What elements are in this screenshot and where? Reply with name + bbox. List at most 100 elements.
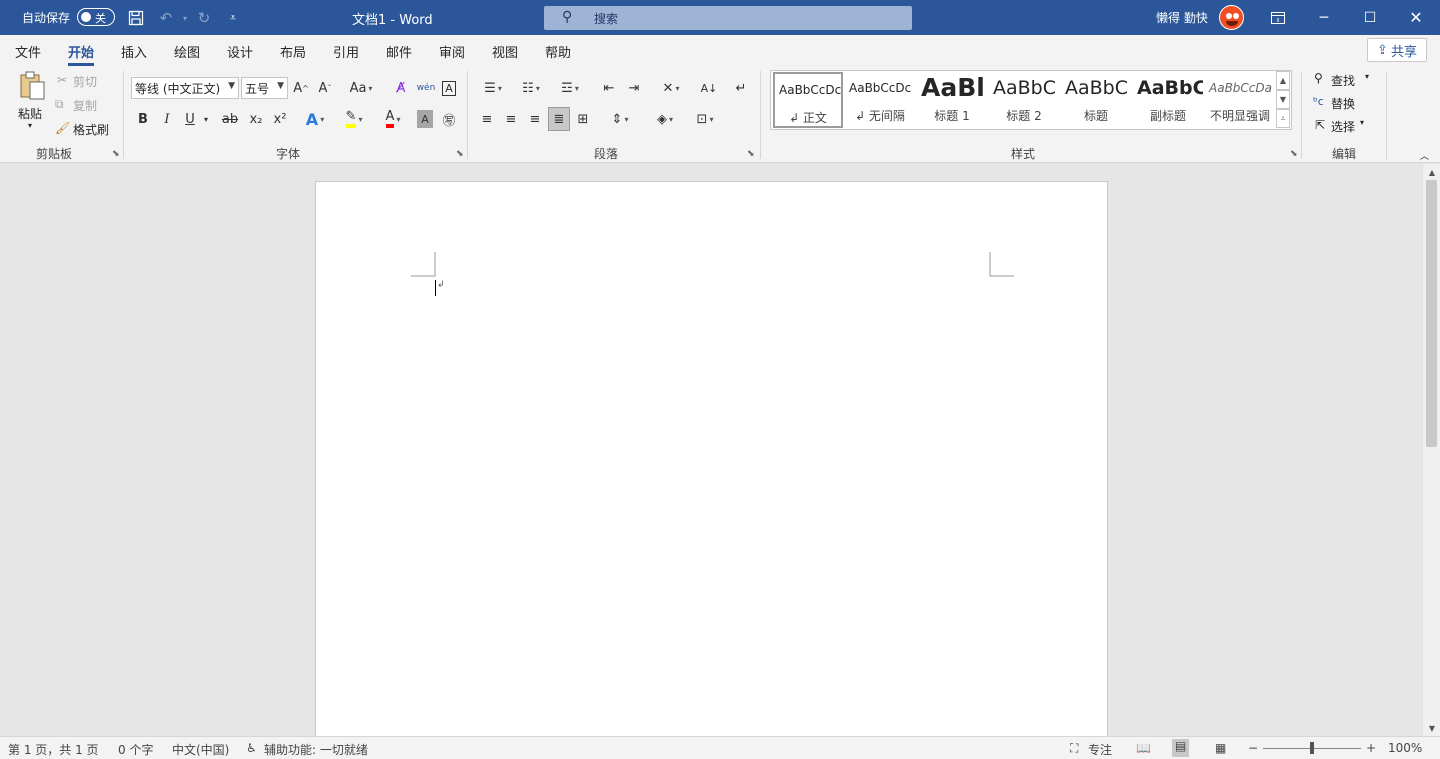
zoom-slider-thumb[interactable] [1310,742,1314,754]
copy-icon[interactable]: ⧉ [55,97,64,112]
web-layout-icon[interactable]: ▦ [1215,741,1226,755]
collapse-ribbon-icon[interactable]: ︿ [1420,149,1429,162]
zoom-level[interactable]: 100% [1388,741,1422,755]
phonetic-guide-icon[interactable]: wén [416,77,436,99]
redo-icon[interactable]: ↻ [195,9,213,27]
tab-view[interactable]: 视图 [492,42,518,61]
shading-icon[interactable]: ◈ ▾ [648,108,682,130]
language-status[interactable]: 中文(中国) [172,741,229,758]
cut-icon[interactable]: ✂ [57,73,67,87]
style-normal[interactable]: AaBbCcDc ↲ 正文 [773,72,843,128]
align-center-icon[interactable]: ≡ [501,108,521,130]
autosave-toggle[interactable]: 关 [77,8,115,26]
save-icon[interactable] [127,9,145,27]
subscript-button[interactable]: x₂ [246,108,266,130]
align-right-icon[interactable]: ≡ [525,108,545,130]
maximize-icon[interactable]: ☐ [1347,0,1393,35]
underline-dropdown-icon[interactable]: ▾ [200,108,212,130]
show-marks-icon[interactable]: ↵ [731,77,751,99]
clipboard-launcher-icon[interactable]: ⬊ [112,149,120,159]
tab-mailings[interactable]: 邮件 [386,42,412,61]
replace-icon[interactable]: ᵇc [1313,95,1324,108]
select-icon[interactable]: ⇱ [1315,118,1325,132]
scroll-down-icon[interactable]: ▼ [1423,720,1440,736]
paste-label[interactable]: 粘贴 [18,105,42,122]
change-case-button[interactable]: Aa ▾ [346,77,376,99]
replace-label[interactable]: 替换 [1331,95,1355,112]
font-name-combo[interactable]: 等线 (中文正文) ▼ [131,77,239,99]
cut-label[interactable]: 剪切 [73,73,97,90]
tab-layout[interactable]: 布局 [280,42,306,61]
style-subtitle[interactable]: AaBbC 副标题 [1133,72,1203,128]
grow-font-icon[interactable]: A ^ [292,77,310,99]
format-painter-icon[interactable]: 🖌 [55,121,70,135]
paragraph-launcher-icon[interactable]: ⬊ [747,149,755,159]
character-shading-icon[interactable]: A [417,110,433,128]
format-painter-label[interactable]: 格式刷 [73,121,109,138]
tab-review[interactable]: 审阅 [439,42,465,61]
zoom-out-icon[interactable]: − [1248,741,1258,755]
share-button[interactable]: ⇪ 共享 [1367,38,1427,62]
numbering-icon[interactable]: ☷ ▾ [514,77,548,99]
shrink-font-icon[interactable]: Aˇ [316,77,334,99]
customize-toolbar-icon[interactable]: ⩡ [224,9,242,27]
find-icon[interactable]: ⚲ [1314,71,1323,85]
line-spacing-icon[interactable]: ⇕ ▾ [603,108,637,130]
gallery-down-icon[interactable]: ▼ [1276,90,1290,109]
bold-button[interactable]: B [135,108,151,130]
paste-icon[interactable] [14,71,50,101]
enclose-characters-icon[interactable]: ㊢ [440,108,458,130]
tab-home[interactable]: 开始 [68,42,95,66]
paste-dropdown-icon[interactable]: ▾ [28,121,32,130]
font-color-button[interactable]: A ▾ [376,108,410,130]
scroll-thumb[interactable] [1426,180,1437,447]
bullets-icon[interactable]: ☰ ▾ [476,77,510,99]
chevron-down-icon[interactable]: ▾ [1360,118,1364,127]
clear-formatting-icon[interactable]: A̸ [391,77,411,99]
chinese-layout-icon[interactable]: ✕ ▾ [654,77,688,99]
gallery-more-icon[interactable]: ⩡ [1276,109,1290,128]
document-page[interactable]: ↲ [315,181,1108,741]
find-label[interactable]: 查找 [1331,72,1355,89]
tab-insert[interactable]: 插入 [121,42,147,61]
multilevel-list-icon[interactable]: ☲ ▾ [553,77,587,99]
style-subtle-emphasis[interactable]: AaBbCcDa 不明显强调 [1205,72,1275,128]
increase-indent-icon[interactable]: ⇥ [624,77,644,99]
copy-label[interactable]: 复制 [73,97,97,114]
minimize-icon[interactable]: ─ [1301,0,1347,35]
text-effects-icon[interactable]: A ▾ [300,108,330,130]
highlight-button[interactable]: ✎ ▾ [337,108,371,130]
sort-icon[interactable]: A↓ [698,77,720,99]
tab-help[interactable]: 帮助 [545,42,571,61]
distributed-icon[interactable]: ⊞ [573,108,593,130]
style-no-spacing[interactable]: AaBbCcDc ↲ 无间隔 [845,72,915,128]
select-label[interactable]: 选择 [1331,118,1355,135]
tab-references[interactable]: 引用 [333,42,359,61]
gallery-up-icon[interactable]: ▲ [1276,71,1290,90]
justify-icon[interactable]: ≣ [548,107,570,131]
zoom-in-icon[interactable]: + [1366,741,1376,755]
font-size-combo[interactable]: 五号 ▼ [241,77,288,99]
character-border-icon[interactable]: A [440,77,458,99]
avatar[interactable] [1219,5,1244,30]
borders-icon[interactable]: ⊡ ▾ [688,108,722,130]
ribbon-display-icon[interactable] [1255,0,1301,35]
undo-icon[interactable]: ↶ [157,9,175,27]
read-mode-icon[interactable]: 📖 [1136,741,1151,755]
close-icon[interactable]: ✕ [1393,0,1439,35]
accessibility-status[interactable]: 辅助功能: 一切就绪 [264,741,368,758]
italic-button[interactable]: I [159,108,175,130]
word-count[interactable]: 0 个字 [118,741,153,758]
print-layout-icon[interactable]: ▤ [1172,739,1190,757]
align-left-icon[interactable]: ≡ [477,108,497,130]
scroll-up-icon[interactable]: ▲ [1423,164,1440,180]
focus-icon[interactable]: ⛶ [1070,741,1078,756]
accessibility-icon[interactable]: ♿ [246,741,257,755]
underline-button[interactable]: U [182,108,198,130]
superscript-button[interactable]: x² [270,108,290,130]
user-name[interactable]: 懒得 勤快 [1156,9,1208,26]
decrease-indent-icon[interactable]: ⇤ [599,77,619,99]
font-launcher-icon[interactable]: ⬊ [456,149,464,159]
tab-draw[interactable]: 绘图 [174,42,200,61]
style-heading-2[interactable]: AaBbC 标题 2 [989,72,1059,128]
